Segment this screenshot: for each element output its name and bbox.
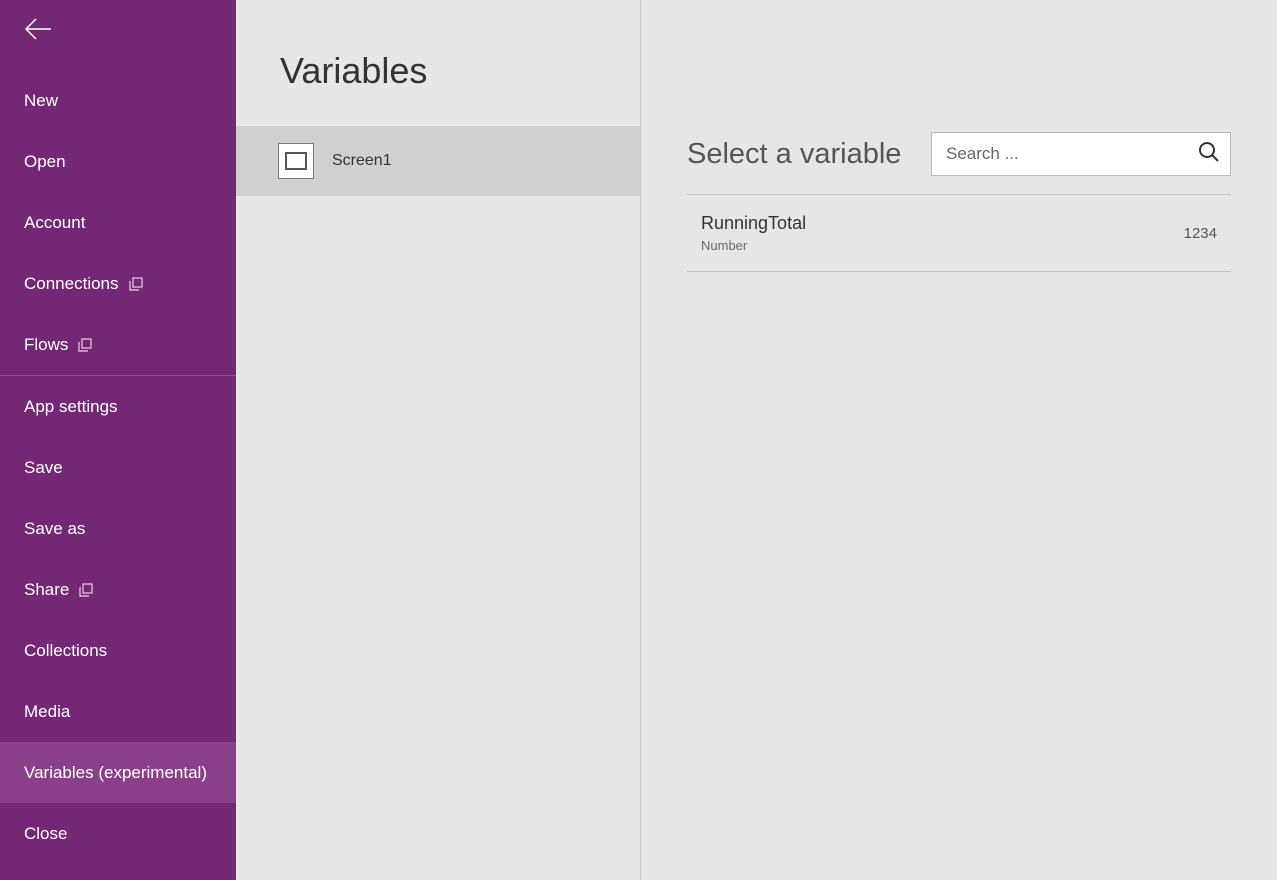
- screens-panel: Variables Screen1: [236, 0, 641, 880]
- sidebar-item-share[interactable]: Share: [0, 559, 236, 620]
- sidebar-item-connections[interactable]: Connections: [0, 253, 236, 314]
- sidebar: New Open Account Connections Flows App s…: [0, 0, 236, 880]
- search-icon: [1198, 141, 1220, 167]
- screen-row-label: Screen1: [332, 152, 392, 170]
- external-link-icon: [129, 277, 143, 291]
- sidebar-item-label: Save: [24, 458, 63, 478]
- screen-row[interactable]: Screen1: [236, 126, 640, 196]
- external-link-icon: [78, 338, 92, 352]
- sidebar-item-close[interactable]: Close: [0, 803, 236, 864]
- sidebar-item-save[interactable]: Save: [0, 437, 236, 498]
- variables-panel-title: Select a variable: [687, 138, 901, 171]
- variable-value: 1234: [1184, 225, 1217, 242]
- sidebar-item-app-settings[interactable]: App settings: [0, 376, 236, 437]
- variable-type: Number: [701, 238, 806, 253]
- sidebar-item-label: App settings: [24, 397, 118, 417]
- screen-thumb-icon: [278, 143, 314, 179]
- sidebar-item-account[interactable]: Account: [0, 192, 236, 253]
- sidebar-item-save-as[interactable]: Save as: [0, 498, 236, 559]
- sidebar-item-label: Flows: [24, 335, 68, 355]
- sidebar-item-label: Collections: [24, 641, 107, 661]
- sidebar-item-open[interactable]: Open: [0, 131, 236, 192]
- sidebar-item-label: Variables (experimental): [24, 763, 207, 783]
- variable-name: RunningTotal: [701, 213, 806, 234]
- sidebar-item-label: Share: [24, 580, 69, 600]
- external-link-icon: [79, 583, 93, 597]
- variables-panel-header: Select a variable: [687, 0, 1231, 195]
- sidebar-item-flows[interactable]: Flows: [0, 314, 236, 375]
- sidebar-item-label: Account: [24, 213, 85, 233]
- sidebar-item-label: Open: [24, 152, 66, 172]
- search-input[interactable]: [946, 144, 1198, 164]
- sidebar-item-label: Connections: [24, 274, 119, 294]
- sidebar-item-label: Media: [24, 702, 70, 722]
- search-box[interactable]: [931, 132, 1231, 176]
- screens-panel-header: Variables: [236, 0, 640, 126]
- sidebar-item-media[interactable]: Media: [0, 681, 236, 742]
- variable-row-info: RunningTotal Number: [701, 213, 806, 253]
- sidebar-item-label: Save as: [24, 519, 85, 539]
- sidebar-item-new[interactable]: New: [0, 70, 236, 131]
- variable-row[interactable]: RunningTotal Number 1234: [687, 195, 1231, 272]
- back-arrow-icon: [24, 27, 52, 44]
- sidebar-item-label: Close: [24, 824, 67, 844]
- variables-panel: Select a variable RunningTotal Number 12…: [641, 0, 1277, 880]
- sidebar-item-collections[interactable]: Collections: [0, 620, 236, 681]
- back-button[interactable]: [0, 18, 236, 70]
- sidebar-item-variables[interactable]: Variables (experimental): [0, 742, 236, 803]
- sidebar-item-label: New: [24, 91, 58, 111]
- page-title: Variables: [280, 50, 640, 92]
